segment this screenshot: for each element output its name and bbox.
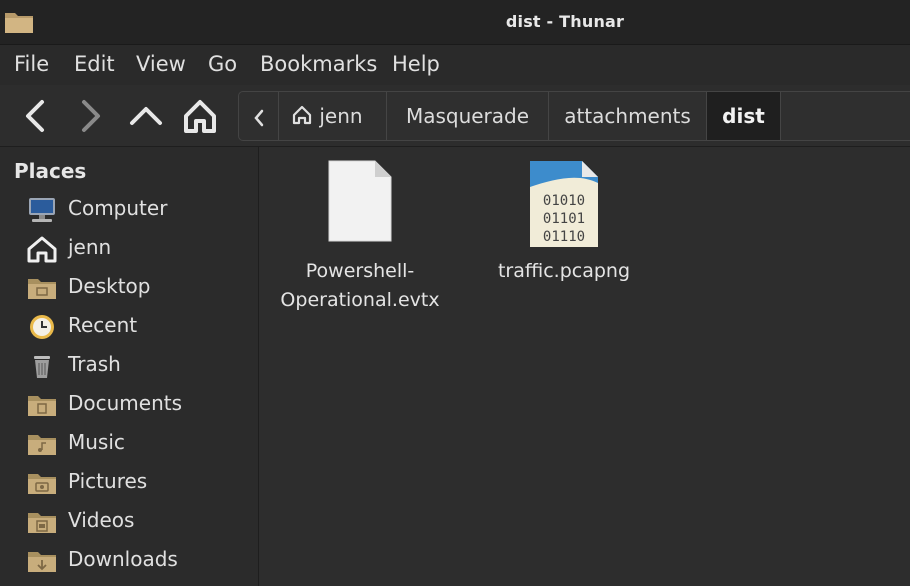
breadcrumb-label: jenn [319,104,363,128]
desktop-folder-icon [28,279,56,299]
menu-bar: File Edit View Go Bookmarks Help [0,45,910,85]
sidebar: Places Computer jenn Desktop Recent Tras… [0,147,259,586]
documents-folder-icon [28,396,56,416]
sidebar-item-label: Music [68,430,125,454]
file-name: Powershell- Operational.evtx [280,260,440,311]
videos-folder-icon [28,513,56,533]
window-title: dist - Thunar [505,12,625,31]
sidebar-item-label: jenn [68,235,112,259]
sidebar-item-label: Recent [68,313,138,337]
home-button[interactable] [180,96,220,136]
sidebar-item-label: Pictures [68,469,148,493]
binary-file-icon: 01010 01101 01110 [530,161,598,247]
trash-icon [34,356,50,378]
downloads-folder-icon [28,552,56,572]
breadcrumb-scroll-left-button[interactable] [239,92,279,140]
menu-help[interactable]: Help [392,52,440,76]
blank-file-icon [328,160,392,242]
binary-line-3: 01110 [543,229,585,245]
pictures-folder-icon [28,474,56,494]
back-button[interactable] [16,96,56,136]
menu-view[interactable]: View [136,52,186,76]
sidebar-item-label: Downloads [68,547,178,571]
breadcrumb-masquerade[interactable]: Masquerade [387,92,549,140]
file-item-powershell-evtx[interactable]: Powershell- Operational.evtx [267,157,453,315]
breadcrumb-attachments[interactable]: attachments [549,92,707,140]
sidebar-item-recent[interactable]: Recent [26,310,256,344]
breadcrumb-dist[interactable]: dist [707,92,781,140]
file-item-traffic-pcapng[interactable]: 01010 01101 01110 traffic.pcapng [481,157,647,286]
menu-bookmarks[interactable]: Bookmarks [260,52,377,76]
binary-line-2: 01101 [543,211,585,227]
sidebar-item-trash[interactable]: Trash [26,349,256,383]
computer-icon [29,198,55,222]
sidebar-item-downloads[interactable]: Downloads [26,544,256,578]
sidebar-item-label: Documents [68,391,183,415]
binary-line-1: 01010 [543,193,585,209]
sidebar-item-label: Desktop [68,274,151,298]
sidebar-item-label: Trash [68,352,121,376]
sidebar-item-jenn[interactable]: jenn [26,232,256,266]
breadcrumb: jenn Masquerade attachments dist [238,91,910,141]
home-icon [292,105,312,125]
chevron-left-icon [253,109,263,126]
menu-edit[interactable]: Edit [74,52,115,76]
sidebar-item-music[interactable]: Music [26,427,256,461]
sidebar-item-pictures[interactable]: Pictures [26,466,256,500]
menu-file[interactable]: File [14,52,49,76]
sidebar-item-label: Videos [68,508,135,532]
sidebar-item-videos[interactable]: Videos [26,505,256,539]
file-name: traffic.pcapng [497,260,631,282]
title-bar: dist - Thunar [0,0,910,45]
forward-button[interactable] [70,96,110,136]
sidebar-item-desktop[interactable]: Desktop [26,271,256,305]
file-view: Powershell- Operational.evtx 01010 01101… [259,147,910,586]
breadcrumb-jenn[interactable]: jenn [279,92,387,140]
home-icon [27,236,57,263]
sidebar-item-documents[interactable]: Documents [26,388,256,422]
sidebar-item-computer[interactable]: Computer [26,193,256,227]
recent-clock-icon [30,315,54,339]
sidebar-heading: Places [14,159,87,183]
music-folder-icon [28,435,56,455]
up-button[interactable] [126,96,166,136]
sidebar-item-label: Computer [68,196,168,220]
menu-go[interactable]: Go [208,52,237,76]
